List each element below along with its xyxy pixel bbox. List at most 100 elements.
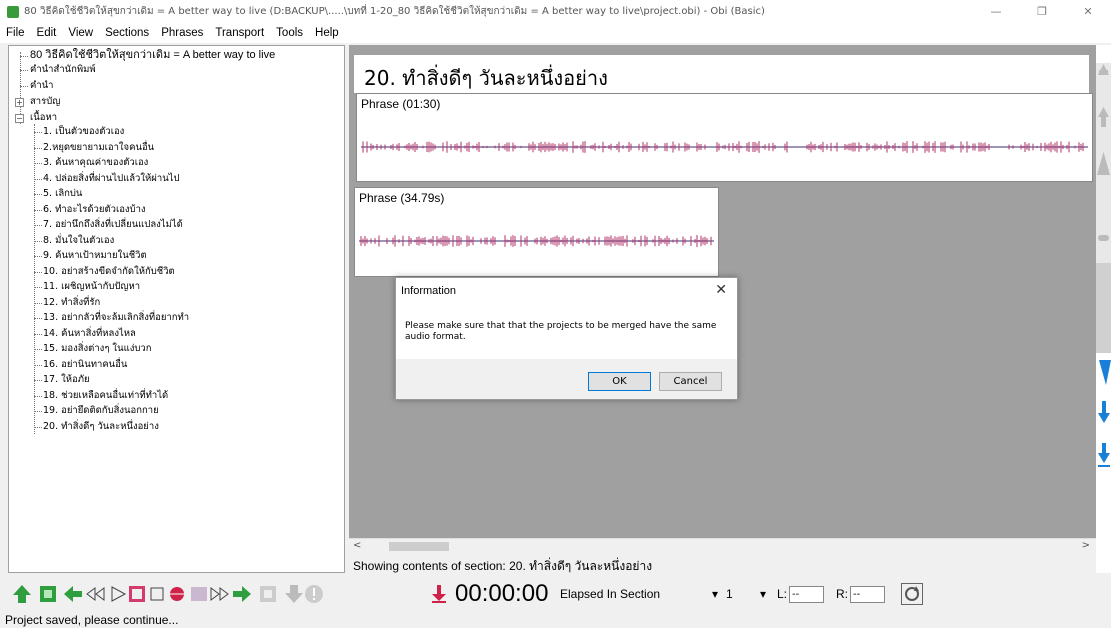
tree-chapter-node[interactable]: 7. อย่านึกถึงสิ่งที่เปลี่ยนแปลงไม่ได้: [43, 219, 183, 231]
tree-node[interactable]: คำนำ: [30, 80, 54, 92]
tree-chapter-node[interactable]: 2.หยุดขยายามเอาใจคนอื่น: [43, 142, 154, 154]
close-icon[interactable]: ✕: [715, 282, 727, 298]
tree-chapter-node[interactable]: 16. อย่านินทาคนอื่น: [43, 359, 127, 371]
scroll-thumb[interactable]: [389, 542, 449, 551]
menu-tools[interactable]: Tools: [270, 27, 309, 39]
phrase-block-1[interactable]: Phrase (01:30): [356, 93, 1093, 182]
transport-toolbar: [0, 577, 1111, 611]
dialog-message: Please make sure that that the projects …: [405, 321, 717, 342]
refresh-icon[interactable]: [901, 583, 923, 605]
cancel-button[interactable]: Cancel: [659, 372, 722, 391]
level-value: 1: [726, 587, 733, 601]
tree-chapter-node[interactable]: 17. ให้อภัย: [43, 374, 90, 386]
expand-plus-icon[interactable]: +: [15, 98, 24, 107]
tree-chapter-node[interactable]: 11. เผชิญหน้ากับปัญหา: [43, 281, 140, 293]
tree-chapter-node[interactable]: 12. ทำสิ่งที่รัก: [43, 297, 100, 309]
horizontal-scrollbar[interactable]: < >: [349, 538, 1096, 554]
rewind-icon[interactable]: [86, 584, 106, 604]
tree-chapter-node[interactable]: 19. อย่ายึดติดกับสิ่งนอกกาย: [43, 405, 159, 417]
tree-chapter-node[interactable]: 9. ค้นหาเป้าหมายในชีวิต: [43, 250, 147, 262]
maximize-button[interactable]: ❐: [1019, 0, 1065, 23]
alert-icon[interactable]: [304, 584, 324, 604]
tree-node[interactable]: สารบัญ: [30, 96, 60, 108]
tree-line: [34, 318, 42, 319]
tree-chapter-node[interactable]: 13. อย่ากลัวที่จะล้มเลิกสิ่งที่อยากทำ: [43, 312, 189, 324]
tree-line: [34, 271, 42, 273]
tree-chapter-node[interactable]: 5. เลิกบ่น: [43, 188, 82, 200]
dialog-title-bar: Information ✕: [396, 278, 737, 305]
phrase-block-2[interactable]: Phrase (34.79s): [354, 187, 719, 277]
tree-chapter-node[interactable]: 4. ปล่อยสิ่งที่ผ่านไปแล้วให้ผ่านไป: [43, 173, 180, 185]
tree-line: [34, 256, 42, 257]
minimize-button[interactable]: —: [973, 0, 1019, 23]
title-bar: 80 วิธีคิดใช้ชีวิตให้สุขกว่าเดิม = A bet…: [0, 0, 1111, 23]
menu-transport[interactable]: Transport: [209, 27, 270, 39]
menu-sections[interactable]: Sections: [99, 27, 155, 39]
section-grey-icon[interactable]: [258, 584, 278, 604]
tree-line: [34, 395, 42, 397]
record-icon[interactable]: [167, 584, 187, 604]
menu-file[interactable]: File: [0, 27, 31, 39]
tree-chapter-node[interactable]: 14. ค้นหาสิ่งที่หลงไหล: [43, 328, 136, 340]
ok-button[interactable]: OK: [588, 372, 651, 391]
tree-node[interactable]: เนื้อหา: [30, 112, 57, 124]
tree-line: [34, 163, 42, 164]
monitor-icon[interactable]: [189, 584, 209, 604]
close-window-button[interactable]: ✕: [1065, 0, 1111, 23]
menu-view[interactable]: View: [62, 27, 99, 39]
menu-help[interactable]: Help: [309, 27, 345, 39]
tree-line: [34, 147, 42, 149]
record-download-icon[interactable]: [429, 584, 449, 604]
menu-bar: File Edit View Sections Phrases Transpor…: [0, 23, 1111, 43]
waveform-1[interactable]: [357, 132, 1092, 162]
tree-chapter-node[interactable]: 15. มองสิ่งต่างๆ ในแง่บวก: [43, 343, 151, 355]
tree-chapter-node[interactable]: 1. เป็นตัวของตัวเอง: [43, 126, 124, 138]
time-mode-dropdown[interactable]: Elapsed In Section: [560, 584, 710, 604]
tree-line: [34, 380, 42, 381]
section-green-icon[interactable]: [38, 584, 58, 604]
level-dropdown[interactable]: 1: [726, 584, 746, 604]
tree-line: [34, 124, 35, 434]
scroll-left-icon[interactable]: <: [353, 540, 361, 551]
tree-line: [34, 178, 42, 180]
menu-phrases[interactable]: Phrases: [155, 27, 209, 39]
section-status-text: Showing contents of section: 20. ทำสิ่งด…: [353, 559, 653, 573]
arrow-left-green-icon[interactable]: [63, 584, 83, 604]
tree-chapter-node[interactable]: 3. ค้นหาคุณค่าของตัวเอง: [43, 157, 148, 169]
stop-icon[interactable]: [147, 584, 167, 604]
tree-chapter-node[interactable]: 8. มั่นใจในตัวเอง: [43, 235, 114, 247]
tree-line: [34, 225, 42, 226]
tree-chapter-node[interactable]: 6. ทำอะไรด้วยตัวเองบ้าง: [43, 204, 146, 216]
collapse-minus-icon[interactable]: −: [15, 114, 24, 123]
obi-app-icon: [7, 5, 19, 18]
toc-tree[interactable]: 80 วิธีคิดใช้ชีวิตให้สุขกว่าเดิม = A bet…: [8, 45, 345, 573]
scroll-right-icon[interactable]: >: [1082, 540, 1090, 551]
tree-line: [34, 333, 42, 335]
r-label: R:: [836, 587, 848, 601]
section-title[interactable]: 20. ทำสิ่งดีๆ วันละหนึ่งอย่าง: [354, 55, 1089, 93]
play-icon[interactable]: [108, 584, 128, 604]
tree-line: [34, 209, 42, 211]
fast-forward-icon[interactable]: [210, 584, 230, 604]
tree-node[interactable]: คำนำสำนักพิมพ์: [30, 64, 96, 76]
arrow-down-grey-icon[interactable]: [284, 584, 304, 604]
vertical-navigation-strip: [1096, 45, 1111, 573]
pause-icon[interactable]: [127, 584, 147, 604]
waveform-2[interactable]: [355, 226, 718, 256]
r-value-field[interactable]: --: [850, 586, 885, 603]
l-value-field[interactable]: --: [789, 586, 824, 603]
menu-edit[interactable]: Edit: [31, 27, 63, 39]
time-display: 00:00:00: [455, 580, 549, 607]
tree-chapter-node[interactable]: 10. อย่าสร้างขีดจำกัดให้กับชีวิต: [43, 266, 175, 278]
arrow-up-green-icon[interactable]: [12, 584, 32, 604]
tree-line: [34, 349, 42, 350]
tree-chapter-node[interactable]: 20. ทำสิ่งดีๆ วันละหนึ่งอย่าง: [43, 421, 159, 433]
tree-chapter-node[interactable]: 18. ช่วยเหลือคนอื่นเท่าที่ทำได้: [43, 390, 168, 402]
tree-line: [20, 86, 28, 87]
tree-root-node[interactable]: 80 วิธีคิดใช้ชีวิตให้สุขกว่าเดิม = A bet…: [30, 49, 275, 61]
arrow-right-green-icon[interactable]: [232, 584, 252, 604]
dropdown-arrow-icon[interactable]: ▾: [760, 584, 766, 604]
dropdown-arrow-icon[interactable]: ▾: [712, 584, 718, 604]
tree-line: [20, 70, 28, 71]
dialog-title: Information: [401, 285, 457, 297]
